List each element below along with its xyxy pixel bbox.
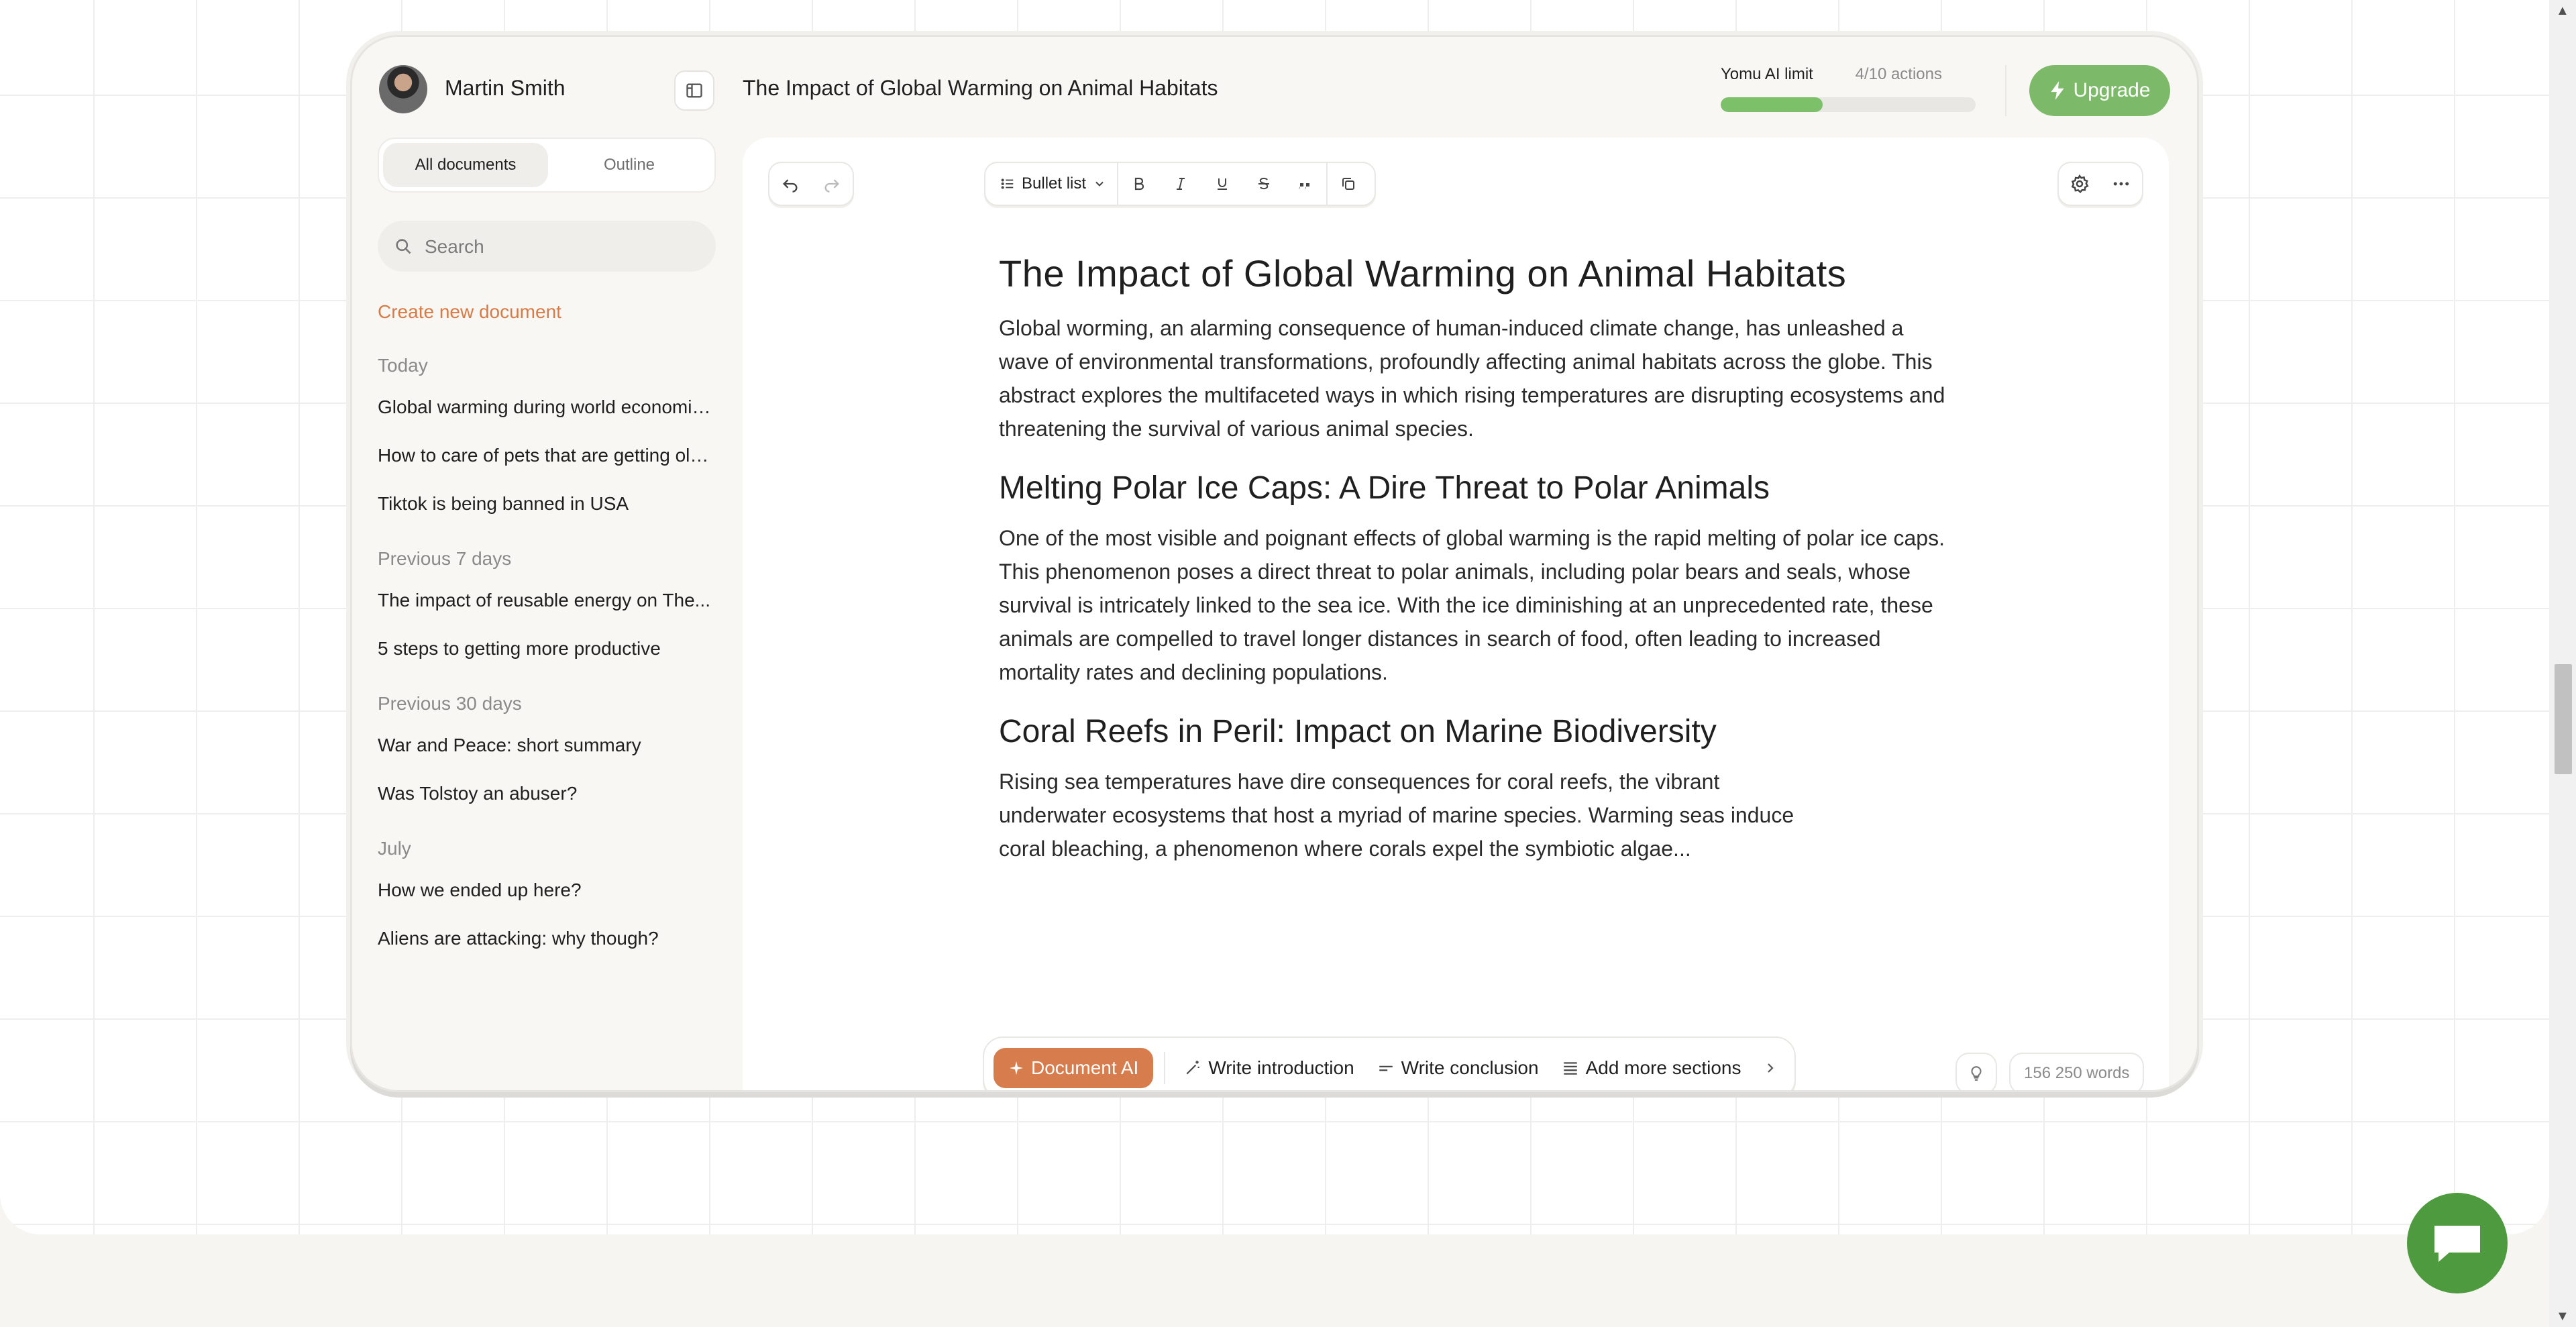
document-content[interactable]: The Impact of Global Warming on Animal H…	[999, 252, 1951, 865]
document-ai-label: Document AI	[1031, 1057, 1139, 1078]
upgrade-label: Upgrade	[2073, 79, 2151, 101]
settings-icon[interactable]	[2070, 174, 2090, 194]
word-count: 156 250 words	[2009, 1053, 2145, 1090]
document-list-item[interactable]: Tiktok is being banned in USA	[378, 493, 716, 515]
document-list-item[interactable]: Global warming during world economic...	[378, 396, 716, 418]
search-icon	[396, 239, 411, 254]
more-actions-button[interactable]	[1756, 1060, 1785, 1076]
editor-options	[2057, 162, 2143, 206]
undo-icon[interactable]	[781, 174, 800, 193]
user-name: Martin Smith	[445, 76, 566, 100]
ai-limit-progress	[1721, 97, 1976, 112]
magic-wand-icon	[1186, 1061, 1200, 1075]
document-list-item[interactable]: How to care of pets that are getting old…	[378, 445, 716, 466]
list-icon	[1563, 1062, 1577, 1075]
scroll-down-arrow[interactable]: ▼	[2556, 1310, 2569, 1323]
strikethrough-button[interactable]	[1243, 163, 1285, 205]
add-more-sections-label: Add more sections	[1585, 1057, 1741, 1078]
section-heading: Coral Reefs in Peril: Impact on Marine B…	[999, 714, 1717, 749]
document-list-item[interactable]: War and Peace: short summary	[378, 735, 716, 756]
scroll-up-arrow[interactable]: ▲	[2556, 4, 2569, 17]
document-list-item[interactable]: The impact of reusable energy on The...	[378, 590, 716, 611]
bold-button[interactable]	[1118, 163, 1160, 205]
group-label-july: July	[378, 838, 411, 859]
underline-button[interactable]	[1201, 163, 1243, 205]
top-bar: Martin Smith The Impact of Global Warmin…	[352, 37, 2197, 138]
block-type-select[interactable]: Bullet list	[991, 163, 1119, 205]
document-list-item[interactable]: Was Tolstoy an abuser?	[378, 783, 716, 804]
sidebar-tabs: All documents Outline	[378, 138, 716, 193]
create-new-document-link[interactable]: Create new document	[378, 301, 716, 323]
chat-button[interactable]	[2407, 1193, 2508, 1293]
copy-icon	[1342, 178, 1355, 190]
paragraph: Global worming, an alarming consequence …	[999, 316, 1945, 441]
write-conclusion-button[interactable]: Write conclusion	[1369, 1057, 1547, 1079]
italic-button[interactable]	[1160, 163, 1201, 205]
divider	[2005, 65, 2006, 116]
formatting-toolbar: Bullet list	[984, 162, 1377, 206]
search-box	[378, 221, 716, 273]
bullet-list-icon	[1001, 178, 1014, 189]
document-heading: The Impact of Global Warming on Animal H…	[999, 252, 1847, 295]
write-conclusion-label: Write conclusion	[1401, 1057, 1539, 1078]
paragraph: Rising sea temperatures have dire conseq…	[999, 769, 1794, 861]
editor-panel: Bullet list The Impact of Global Warming…	[743, 138, 2169, 1090]
document-list-item[interactable]: How we ended up here?	[378, 880, 716, 901]
bold-icon	[1134, 177, 1144, 191]
strikethrough-icon	[1258, 177, 1270, 190]
redo-icon[interactable]	[822, 174, 841, 193]
ai-action-bar: Document AI Write introduction Write con…	[983, 1037, 1796, 1090]
app-window: Martin Smith The Impact of Global Warmin…	[350, 35, 2199, 1092]
history-controls	[768, 162, 854, 206]
lightning-icon	[2051, 81, 2065, 100]
search-input[interactable]	[423, 221, 694, 273]
section-heading: Melting Polar Ice Caps: A Dire Threat to…	[999, 470, 1770, 506]
scroll-thumb[interactable]	[2555, 664, 2572, 774]
divider	[1164, 1052, 1166, 1084]
write-introduction-button[interactable]: Write introduction	[1176, 1057, 1362, 1079]
copy-button[interactable]	[1328, 163, 1369, 205]
more-options-icon[interactable]	[2111, 174, 2131, 194]
tab-outline[interactable]: Outline	[547, 143, 712, 187]
sidebar: All documents Outline Create new documen…	[378, 138, 716, 949]
group-label-previous-30-days: Previous 30 days	[378, 693, 522, 714]
sparkle-icon	[1010, 1061, 1023, 1075]
document-ai-button[interactable]: Document AI	[994, 1048, 1154, 1088]
document-list-item[interactable]: 5 steps to getting more productive	[378, 638, 716, 659]
italic-icon	[1177, 178, 1185, 190]
block-type-label: Bullet list	[1022, 174, 1087, 193]
chevron-right-icon	[1768, 1063, 1774, 1073]
tips-button[interactable]	[1955, 1053, 1997, 1090]
quote-button[interactable]	[1285, 163, 1326, 205]
lines-icon	[1379, 1065, 1393, 1071]
page-scrollbar[interactable]: ▲ ▼	[2549, 0, 2576, 1327]
sidebar-icon	[686, 83, 702, 98]
tab-all-documents[interactable]: All documents	[383, 143, 548, 187]
write-introduction-label: Write introduction	[1208, 1057, 1354, 1078]
lightbulb-icon	[1971, 1066, 1982, 1081]
add-more-sections-button[interactable]: Add more sections	[1554, 1057, 1750, 1079]
group-label-today: Today	[378, 355, 428, 376]
document-list-item[interactable]: Aliens are attacking: why though?	[378, 928, 716, 949]
quote-icon	[1299, 183, 1310, 189]
chat-icon	[2434, 1226, 2480, 1262]
chevron-down-icon	[1095, 181, 1104, 187]
ai-limit-count: 4/10 actions	[1855, 65, 1942, 83]
sidebar-toggle-button[interactable]	[674, 70, 714, 111]
underline-icon	[1218, 178, 1228, 190]
avatar[interactable]	[379, 65, 427, 113]
ai-limit-progress-fill	[1721, 97, 1823, 112]
upgrade-button[interactable]: Upgrade	[2029, 65, 2170, 116]
group-label-previous-7-days: Previous 7 days	[378, 548, 512, 569]
document-title: The Impact of Global Warming on Animal H…	[743, 76, 1218, 100]
paragraph: One of the most visible and poignant eff…	[999, 526, 1945, 684]
ai-limit-label: Yomu AI limit	[1721, 65, 1813, 83]
